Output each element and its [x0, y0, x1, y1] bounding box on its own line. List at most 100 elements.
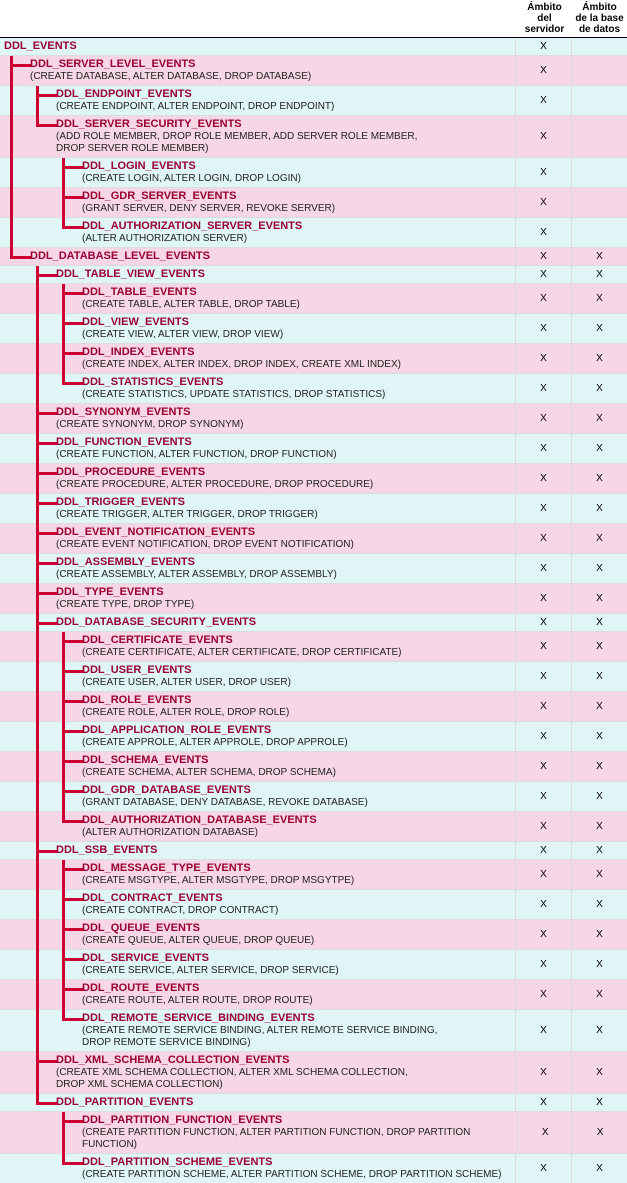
server-scope-cell: X — [515, 860, 571, 889]
tree-connector-vertical-thick — [10, 64, 13, 86]
event-detail: (ALTER AUTHORIZATION DATABASE) — [82, 827, 317, 839]
server-scope-cell: X — [515, 158, 571, 187]
event-name: DDL_AUTHORIZATION_SERVER_EVENTS — [82, 219, 302, 233]
tree-row: DDL_SSB_EVENTSXX — [0, 841, 627, 859]
database-scope-cell — [571, 218, 627, 247]
tree-connector-tick — [62, 344, 83, 355]
server-scope-cell: X — [515, 782, 571, 811]
row-text: DDL_EVENTS — [4, 39, 77, 53]
row-text: DDL_ENDPOINT_EVENTS(CREATE ENDPOINT, ALT… — [56, 87, 334, 113]
event-detail: (CREATE MSGTYPE, ALTER MSGTYPE, DROP MSG… — [82, 875, 354, 887]
database-scope-cell — [571, 158, 627, 187]
database-scope-cell: X — [571, 632, 627, 661]
tree-row: DDL_GDR_SERVER_EVENTS(GRANT SERVER, DENY… — [0, 187, 627, 217]
tree-row: DDL_XML_SCHEMA_COLLECTION_EVENTS(CREATE … — [0, 1051, 627, 1093]
server-scope-cell: X — [515, 434, 571, 463]
server-scope-cell: X — [515, 980, 571, 1009]
tree-connector-vertical-thick — [36, 632, 39, 662]
tree-connector-vertical-thick — [36, 662, 39, 692]
server-scope-cell: X — [515, 404, 571, 433]
row-label-area: DDL_SYNONYM_EVENTS(CREATE SYNONYM, DROP … — [0, 404, 515, 433]
server-scope-cell: X — [515, 188, 571, 217]
event-name: DDL_AUTHORIZATION_DATABASE_EVENTS — [82, 813, 317, 827]
database-scope-cell: X — [571, 248, 627, 265]
event-detail: (CREATE LOGIN, ALTER LOGIN, DROP LOGIN) — [82, 173, 301, 185]
row-text: DDL_SSB_EVENTS — [56, 843, 157, 857]
server-scope-cell: X — [517, 1112, 572, 1153]
event-detail: (CREATE PROCEDURE, ALTER PROCEDURE, DROP… — [56, 479, 373, 491]
tree-connector-vertical-thick — [36, 562, 39, 584]
tree-row: DDL_CERTIFICATE_EVENTS(CREATE CERTIFICAT… — [0, 631, 627, 661]
tree-connector-tick — [62, 950, 83, 961]
tree-connector-tick — [36, 404, 57, 415]
server-scope-cell: X — [515, 752, 571, 781]
event-name: DDL_TRIGGER_EVENTS — [56, 495, 318, 509]
tree-connector-vertical-thick — [36, 860, 39, 890]
database-scope-cell: X — [571, 980, 627, 1009]
tree-connector-vertical-thick — [36, 284, 39, 314]
tree-row: DDL_PARTITION_SCHEME_EVENTS(CREATE PARTI… — [0, 1153, 627, 1183]
server-scope-cell: X — [515, 218, 571, 247]
row-label-area: DDL_TRIGGER_EVENTS(CREATE TRIGGER, ALTER… — [0, 494, 515, 523]
row-label-area: DDL_TABLE_VIEW_EVENTS — [0, 266, 515, 283]
tree-row: DDL_INDEX_EVENTS(CREATE INDEX, ALTER IND… — [0, 343, 627, 373]
event-detail: (CREATE QUEUE, ALTER QUEUE, DROP QUEUE) — [82, 935, 314, 947]
server-scope-cell: X — [515, 374, 571, 403]
tree-row: DDL_TABLE_VIEW_EVENTSXX — [0, 265, 627, 283]
tree-connector-tick — [62, 158, 83, 169]
event-name: DDL_ROLE_EVENTS — [82, 693, 289, 707]
server-scope-cell: X — [515, 614, 571, 631]
database-scope-cell: X — [572, 1112, 627, 1153]
database-scope-cell: X — [571, 554, 627, 583]
database-scope-cell: X — [571, 584, 627, 613]
row-text: DDL_EVENT_NOTIFICATION_EVENTS(CREATE EVE… — [56, 525, 354, 551]
row-label-area: DDL_SERVER_SECURITY_EVENTS(ADD ROLE MEMB… — [0, 116, 515, 157]
row-label-area: DDL_XML_SCHEMA_COLLECTION_EVENTS(CREATE … — [0, 1052, 515, 1093]
tree-connector-vertical-thick — [62, 988, 65, 1010]
event-name: DDL_ROUTE_EVENTS — [82, 981, 313, 995]
tree-connector-tick — [62, 860, 83, 871]
row-text: DDL_ASSEMBLY_EVENTS(CREATE ASSEMBLY, ALT… — [56, 555, 337, 581]
event-name: DDL_CONTRACT_EVENTS — [82, 891, 278, 905]
row-label-area: DDL_DATABASE_SECURITY_EVENTS — [0, 614, 515, 631]
row-label-area: DDL_MESSAGE_TYPE_EVENTS(CREATE MSGTYPE, … — [0, 860, 515, 889]
row-text: DDL_FUNCTION_EVENTS(CREATE FUNCTION, ALT… — [56, 435, 337, 461]
event-name: DDL_USER_EVENTS — [82, 663, 291, 677]
database-scope-cell: X — [571, 524, 627, 553]
tree-connector-vertical-thick — [36, 94, 39, 116]
tree-row: DDL_STATISTICS_EVENTS(CREATE STATISTICS,… — [0, 373, 627, 403]
tree-row: DDL_EVENTSX — [0, 38, 627, 55]
tree-connector-vertical-thick — [36, 314, 39, 344]
row-text: DDL_SERVER_LEVEL_EVENTS(CREATE DATABASE,… — [30, 57, 311, 83]
row-label-area: DDL_PARTITION_SCHEME_EVENTS(CREATE PARTI… — [0, 1154, 515, 1183]
tree-connector-vertical-thick — [62, 292, 65, 314]
event-name: DDL_XML_SCHEMA_COLLECTION_EVENTS — [56, 1053, 408, 1067]
tree-connector-vertical-thick — [62, 352, 65, 374]
event-detail: (CREATE ASSEMBLY, ALTER ASSEMBLY, DROP A… — [56, 569, 337, 581]
row-label-area: DDL_VIEW_EVENTS(CREATE VIEW, ALTER VIEW,… — [0, 314, 515, 343]
tree-connector-vertical-thick — [62, 790, 65, 812]
database-scope-cell: X — [571, 266, 627, 283]
tree-row: DDL_APPLICATION_ROLE_EVENTS(CREATE APPRO… — [0, 721, 627, 751]
row-text: DDL_LOGIN_EVENTS(CREATE LOGIN, ALTER LOG… — [82, 159, 301, 185]
row-label-area: DDL_REMOTE_SERVICE_BINDING_EVENTS(CREATE… — [0, 1010, 515, 1051]
event-name: DDL_ENDPOINT_EVENTS — [56, 87, 334, 101]
tree-connector-vertical-thick — [62, 670, 65, 692]
row-text: DDL_TRIGGER_EVENTS(CREATE TRIGGER, ALTER… — [56, 495, 318, 521]
server-scope-cell: X — [515, 1094, 571, 1111]
event-detail: (CREATE CERTIFICATE, ALTER CERTIFICATE, … — [82, 647, 401, 659]
database-scope-cell: X — [571, 314, 627, 343]
database-scope-cell: X — [571, 404, 627, 433]
database-scope-cell: X — [571, 614, 627, 631]
database-scope-cell: X — [571, 464, 627, 493]
tree-row: DDL_AUTHORIZATION_SERVER_EVENTS(ALTER AU… — [0, 217, 627, 247]
event-detail: (CREATE SYNONYM, DROP SYNONYM) — [56, 419, 243, 431]
event-detail: (CREATE ENDPOINT, ALTER ENDPOINT, DROP E… — [56, 101, 334, 113]
server-scope-cell: X — [515, 920, 571, 949]
header-server-scope: Ámbitodelservidor — [517, 0, 572, 37]
rows-container: DDL_EVENTSXDDL_SERVER_LEVEL_EVENTS(CREAT… — [0, 38, 627, 1183]
event-detail: (CREATE DATABASE, ALTER DATABASE, DROP D… — [30, 71, 311, 83]
database-scope-cell: X — [571, 284, 627, 313]
event-name: DDL_SERVICE_EVENTS — [82, 951, 339, 965]
event-detail: (CREATE SCHEMA, ALTER SCHEMA, DROP SCHEM… — [82, 767, 336, 779]
